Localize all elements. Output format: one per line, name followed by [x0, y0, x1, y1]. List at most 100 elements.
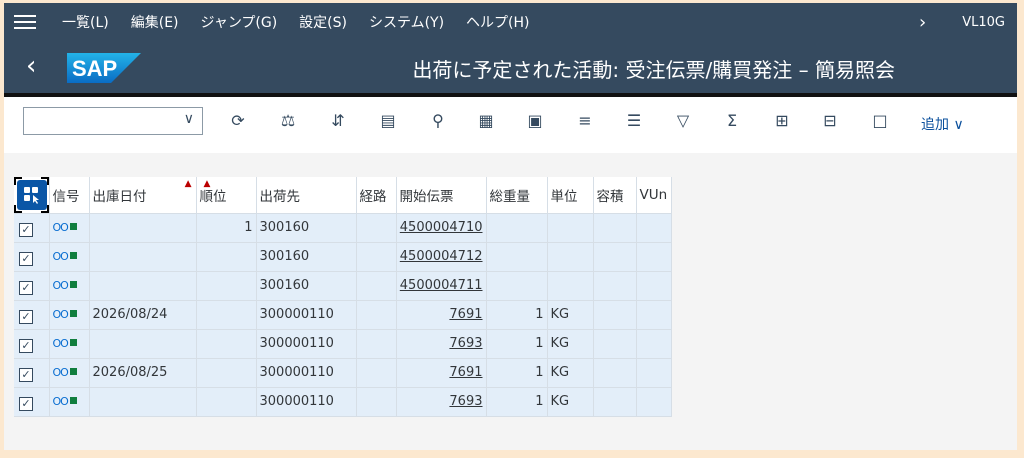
- col-goods-issue-date[interactable]: 出庫日付 ▲: [89, 177, 197, 214]
- cell-unit: [547, 242, 594, 272]
- row-selector[interactable]: ✓: [14, 242, 50, 272]
- table-row[interactable]: ✓ OO 1 300160 4500004710: [14, 213, 672, 243]
- source-document-link[interactable]: 7691: [449, 365, 482, 380]
- row-checkbox[interactable]: ✓: [19, 281, 33, 295]
- source-document-link[interactable]: 7693: [449, 336, 482, 351]
- row-checkbox[interactable]: ✓: [19, 252, 33, 266]
- cell-goods-issue-date: [89, 242, 197, 272]
- source-document-link[interactable]: 4500004711: [400, 278, 483, 293]
- sap-logo: SAP: [67, 53, 141, 83]
- table-row[interactable]: ✓ OO 300160 4500004712: [14, 242, 672, 272]
- document-icon[interactable]: ▤: [375, 110, 401, 134]
- cell-gross-weight: [486, 242, 548, 272]
- row-checkbox[interactable]: ✓: [19, 223, 33, 237]
- layout-variant-select[interactable]: ∨: [23, 107, 203, 135]
- hamburger-menu-icon[interactable]: [14, 11, 36, 33]
- source-document-link[interactable]: 4500004712: [400, 249, 483, 264]
- cell-priority: [196, 271, 257, 301]
- cell-volume: [593, 358, 637, 388]
- balance-icon[interactable]: ⚖: [275, 110, 301, 134]
- cell-ship-to: 300000110: [256, 329, 357, 359]
- source-document-link[interactable]: 4500004710: [400, 220, 483, 235]
- cell-volume: [593, 242, 637, 272]
- row-checkbox[interactable]: ✓: [19, 339, 33, 353]
- col-priority[interactable]: ▲ 順位: [196, 177, 257, 214]
- traffic-light-cell: OO: [49, 271, 90, 301]
- table-row[interactable]: ✓ OO 2026/08/24 300000110 7691 1 KG: [14, 300, 672, 330]
- add-menu-button[interactable]: 追加 ∨: [921, 114, 964, 134]
- center-align-icon[interactable]: ≡: [572, 110, 598, 134]
- col-volume-unit[interactable]: VUn: [636, 177, 672, 214]
- row-selector[interactable]: ✓: [14, 329, 50, 359]
- row-checkbox[interactable]: ✓: [19, 397, 33, 411]
- menu-settings[interactable]: 設定(S): [299, 12, 347, 32]
- traffic-light-cell: OO: [49, 358, 90, 388]
- row-selector[interactable]: ✓: [14, 271, 50, 301]
- traffic-light-cell: OO: [49, 300, 90, 330]
- traffic-light-off-icon: OO: [52, 395, 69, 408]
- menu-edit[interactable]: 編集(E): [131, 12, 179, 32]
- cell-gross-weight: 1: [486, 329, 548, 359]
- grid-select-icon: [24, 186, 39, 204]
- add-line-icon[interactable]: ⊞: [769, 110, 795, 134]
- col-unit[interactable]: 単位: [547, 177, 594, 214]
- row-selector[interactable]: ✓: [14, 300, 50, 330]
- traffic-light-green-icon: [69, 368, 77, 375]
- filter-icon[interactable]: ▽: [670, 110, 696, 134]
- traffic-light-green-icon: [69, 310, 77, 317]
- sum-icon[interactable]: Σ: [719, 110, 745, 134]
- row-selector[interactable]: ✓: [14, 213, 50, 243]
- menu-help[interactable]: ヘルプ(H): [466, 12, 529, 32]
- sort-indicator-icon: ▲: [184, 179, 192, 189]
- cell-route: [356, 213, 397, 243]
- cell-route: [356, 358, 397, 388]
- cell-source-document: 4500004712: [396, 242, 487, 272]
- table-row[interactable]: ✓ OO 300160 4500004711: [14, 271, 672, 301]
- row-selector[interactable]: ✓: [14, 358, 50, 388]
- cell-volume: [593, 213, 637, 243]
- cell-goods-issue-date: [89, 387, 197, 417]
- row-checkbox[interactable]: ✓: [19, 310, 33, 324]
- svg-text:SAP: SAP: [72, 56, 117, 81]
- source-document-link[interactable]: 7691: [449, 307, 482, 322]
- layout-icon[interactable]: ▦: [473, 110, 499, 134]
- lines-icon[interactable]: ☰: [621, 110, 647, 134]
- row-selector[interactable]: ✓: [14, 387, 50, 417]
- title-bar: ‹ SAP 出荷に予定された活動: 受注伝票/購買発注 – 簡易照会: [4, 41, 1017, 93]
- traffic-light-cell: OO: [49, 387, 90, 417]
- cell-volume: [593, 300, 637, 330]
- data-grid: 信号 出庫日付 ▲ ▲ 順位 出荷先 経路 開始伝票 総重量 単位 容積 VUn ✓…: [14, 177, 672, 417]
- cell-gross-weight: 1: [486, 358, 548, 388]
- chevron-right-icon[interactable]: ›: [919, 12, 926, 33]
- header-row: 信号 出庫日付 ▲ ▲ 順位 出荷先 経路 開始伝票 総重量 単位 容積 VUn: [14, 177, 672, 214]
- menu-goto[interactable]: ジャンプ(G): [201, 12, 278, 32]
- delete-line-icon[interactable]: ⊟: [817, 110, 843, 134]
- col-route[interactable]: 経路: [356, 177, 397, 214]
- menu-list[interactable]: 一覧(L): [62, 12, 109, 32]
- table-row[interactable]: ✓ OO 300000110 7693 1 KG: [14, 329, 672, 359]
- menu-system[interactable]: システム(Y): [369, 12, 444, 32]
- cell-route: [356, 271, 397, 301]
- cell-priority: [196, 387, 257, 417]
- sort-icon[interactable]: ⇵: [325, 110, 351, 134]
- col-ship-to[interactable]: 出荷先: [256, 177, 357, 214]
- cell-volume-unit: [636, 387, 672, 417]
- cell-volume: [593, 387, 637, 417]
- col-source-document[interactable]: 開始伝票: [396, 177, 487, 214]
- cell-unit: KG: [547, 300, 594, 330]
- table-row[interactable]: ✓ OO 300000110 7693 1 KG: [14, 387, 672, 417]
- word-icon[interactable]: □: [867, 110, 893, 134]
- cell-source-document: 7693: [396, 387, 487, 417]
- col-gross-weight[interactable]: 総重量: [486, 177, 548, 214]
- col-volume[interactable]: 容積: [593, 177, 637, 214]
- back-icon[interactable]: ‹: [26, 53, 36, 79]
- source-document-link[interactable]: 7693: [449, 394, 482, 409]
- col-signal[interactable]: 信号: [49, 177, 90, 214]
- traffic-light-green-icon: [69, 397, 77, 404]
- row-checkbox[interactable]: ✓: [19, 368, 33, 382]
- traffic-light-off-icon: OO: [52, 279, 69, 292]
- refresh-icon[interactable]: ⟳: [225, 110, 251, 134]
- layout-outline-icon[interactable]: ▣: [522, 110, 548, 134]
- zoom-icon[interactable]: ⚲: [425, 110, 451, 134]
- table-row[interactable]: ✓ OO 2026/08/25 300000110 7691 1 KG: [14, 358, 672, 388]
